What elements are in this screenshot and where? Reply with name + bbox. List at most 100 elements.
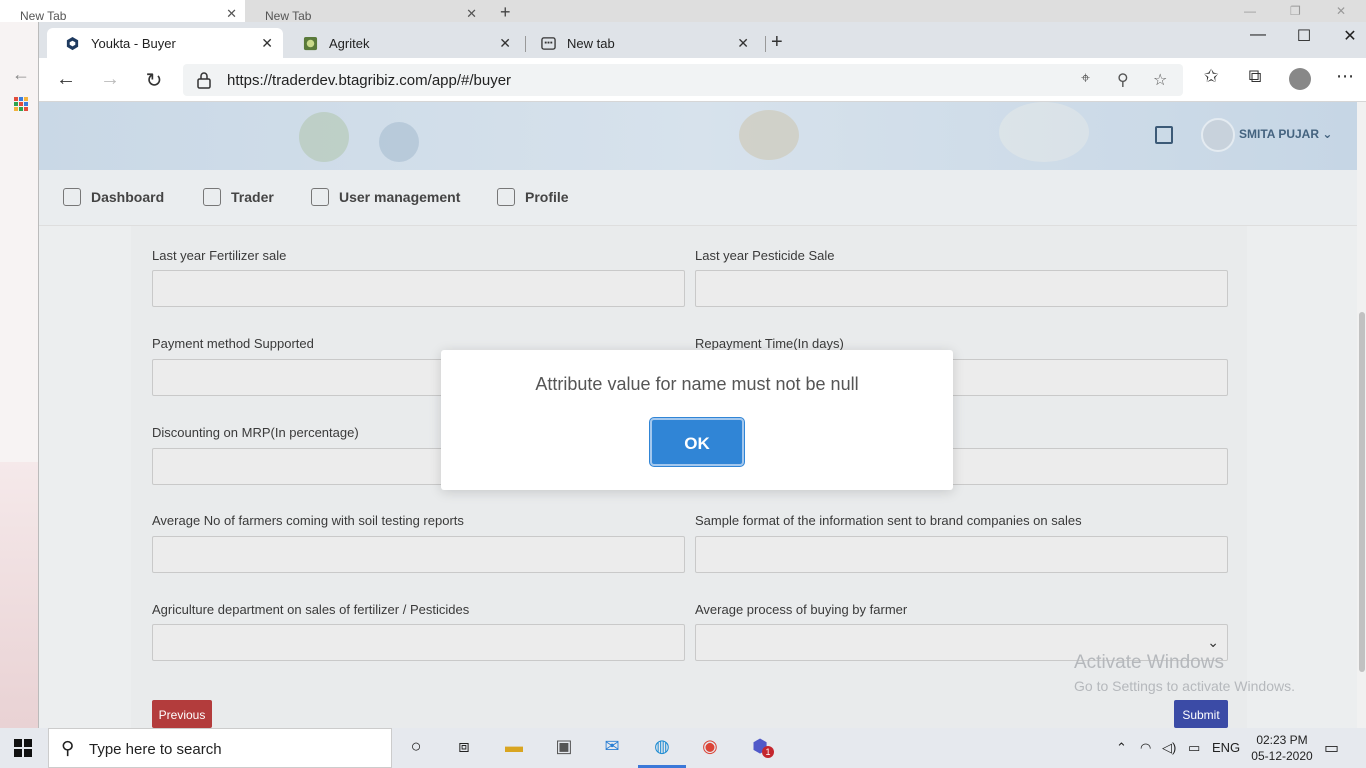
tab-separator xyxy=(765,36,766,52)
close-icon[interactable]: ✕ xyxy=(466,6,477,22)
close-icon[interactable]: ✕ xyxy=(737,35,749,52)
nav-label: Trader xyxy=(231,189,274,205)
url-field[interactable]: https://traderdev.btagribiz.com/app/#/bu… xyxy=(183,64,1183,96)
activate-windows-title: Activate Windows xyxy=(1074,652,1224,673)
minimize-icon[interactable]: — xyxy=(1244,4,1256,18)
trader-icon xyxy=(203,188,221,206)
tab-agritek[interactable]: Agritek ✕ xyxy=(285,28,521,58)
taskbar-search-placeholder: Type here to search xyxy=(89,741,222,758)
tab-title: Youkta - Buyer xyxy=(91,36,176,51)
profile-avatar-icon[interactable] xyxy=(1289,68,1311,90)
tab-new-tab[interactable]: New tab ✕ xyxy=(523,28,759,58)
url-text: https://traderdev.btagribiz.com/app/#/bu… xyxy=(227,72,512,89)
taskbar-clock[interactable]: 02:23 PM 05-12-2020 xyxy=(1250,732,1314,764)
cortana-icon[interactable]: ○ xyxy=(404,736,428,760)
edge-icon[interactable]: ◍ xyxy=(650,736,674,760)
close-icon[interactable]: ✕ xyxy=(1336,4,1346,18)
field-label: Average No of farmers coming with soil t… xyxy=(152,513,464,528)
close-icon[interactable]: ✕ xyxy=(1335,26,1365,46)
field-label: Agriculture department on sales of ferti… xyxy=(152,602,470,617)
header-decoration xyxy=(299,112,349,162)
field-label: Last year Fertilizer sale xyxy=(152,248,287,263)
background-page-area xyxy=(0,462,38,750)
nav-label: User management xyxy=(339,189,461,205)
nav-item-user-management[interactable]: User management xyxy=(311,188,460,206)
volume-icon[interactable]: ◁) xyxy=(1162,740,1176,756)
favorites-icon[interactable]: ✩ xyxy=(1197,66,1225,87)
avg-farmers-soil-testing-input[interactable] xyxy=(152,536,685,573)
battery-icon[interactable]: ▭ xyxy=(1188,740,1200,756)
user-menu[interactable]: SMITA PUJAR ⌄ xyxy=(1239,127,1332,141)
address-bar-row: ← → ↻ https://traderdev.btagribiz.com/ap… xyxy=(39,58,1366,102)
tab-youkta-buyer[interactable]: Youkta - Buyer ✕ xyxy=(47,28,283,58)
background-tab-1-title: New Tab xyxy=(20,9,67,23)
background-tab-2[interactable]: New Tab ✕ xyxy=(245,0,485,23)
teams-badge: 1 xyxy=(762,746,774,758)
tab-title: Agritek xyxy=(329,36,370,51)
nav-item-trader[interactable]: Trader xyxy=(203,188,274,206)
apps-grid-icon[interactable] xyxy=(14,97,28,111)
submit-button[interactable]: Submit xyxy=(1174,700,1228,728)
language-indicator[interactable]: ENG xyxy=(1212,740,1240,755)
windows-start-icon[interactable] xyxy=(14,739,32,757)
agriculture-department-input[interactable] xyxy=(152,624,685,661)
task-view-icon[interactable]: ⧈ xyxy=(452,736,476,760)
newtab-grid-icon xyxy=(541,37,556,50)
close-icon[interactable]: ✕ xyxy=(499,35,511,52)
field-label: Repayment Time(In days) xyxy=(695,336,844,351)
minimize-icon[interactable]: — xyxy=(1243,26,1273,44)
search-icon: ⚲ xyxy=(61,738,75,758)
location-pin-icon[interactable]: ⌖ xyxy=(1081,70,1090,88)
plus-icon[interactable]: + xyxy=(500,2,511,23)
fullscreen-icon[interactable] xyxy=(1155,126,1173,144)
ok-button[interactable]: OK xyxy=(650,418,744,466)
mail-icon[interactable]: ✉ xyxy=(600,736,624,760)
profile-icon xyxy=(497,188,515,206)
user-name-label: SMITA PUJAR xyxy=(1239,127,1320,141)
back-arrow-icon[interactable]: ← xyxy=(12,64,30,85)
close-icon[interactable]: ✕ xyxy=(226,6,237,22)
field-label: Discounting on MRP(In percentage) xyxy=(152,425,359,440)
more-menu-icon[interactable]: ⋯ xyxy=(1331,66,1359,87)
background-tabbar: New Tab ✕ New Tab ✕ + — ❐ ✕ xyxy=(0,0,1366,23)
close-icon[interactable]: ✕ xyxy=(261,35,273,52)
nav-item-profile[interactable]: Profile xyxy=(497,188,569,206)
zoom-key-icon[interactable]: ⚲ xyxy=(1117,70,1129,90)
back-arrow-icon[interactable]: ← xyxy=(51,68,81,91)
file-explorer-icon[interactable]: ▬ xyxy=(502,736,526,760)
chevron-up-icon[interactable]: ⌃ xyxy=(1116,740,1127,756)
background-tab-1[interactable]: New Tab ✕ xyxy=(0,0,245,23)
alert-dialog: Attribute value for name must not be nul… xyxy=(441,350,953,490)
nav-label: Dashboard xyxy=(91,189,165,205)
taskbar-search-box[interactable]: ⚲ Type here to search xyxy=(48,728,392,768)
forward-arrow-icon[interactable]: → xyxy=(95,68,125,91)
notification-icon[interactable]: ▭ xyxy=(1324,738,1339,758)
teams-icon[interactable]: ⬢ 1 xyxy=(748,736,774,760)
last-year-pesticide-sale-input[interactable] xyxy=(695,270,1228,307)
header-decoration xyxy=(379,122,419,162)
previous-button[interactable]: Previous xyxy=(152,700,212,728)
agritek-logo-icon xyxy=(303,36,318,51)
last-year-fertilizer-sale-input[interactable] xyxy=(152,270,685,307)
new-tab-plus-icon[interactable]: + xyxy=(771,32,783,52)
refresh-icon[interactable]: ↻ xyxy=(139,68,169,93)
chrome-icon[interactable]: ◉ xyxy=(698,736,722,760)
collections-icon[interactable]: ⧉ xyxy=(1241,66,1269,87)
sample-format-input[interactable] xyxy=(695,536,1228,573)
page-scrollbar[interactable] xyxy=(1357,102,1366,728)
field-label: Payment method Supported xyxy=(152,336,314,351)
background-tab-2-title: New Tab xyxy=(265,9,312,23)
restore-icon[interactable]: ❐ xyxy=(1290,4,1301,18)
clock-time: 02:23 PM xyxy=(1256,733,1308,747)
nav-item-dashboard[interactable]: Dashboard xyxy=(63,188,164,206)
scrollbar-thumb[interactable] xyxy=(1359,312,1365,672)
network-icon[interactable]: ◠ xyxy=(1140,740,1151,756)
nav-label: Profile xyxy=(525,189,569,205)
field-label: Sample format of the information sent to… xyxy=(695,513,1082,528)
maximize-icon[interactable]: ☐ xyxy=(1289,26,1319,46)
background-window-strip: ← xyxy=(0,22,38,750)
store-icon[interactable]: ▣ xyxy=(552,736,576,760)
avatar[interactable] xyxy=(1201,118,1235,152)
star-icon[interactable]: ☆ xyxy=(1153,70,1167,90)
main-nav: Dashboard Trader User management Profile xyxy=(39,170,1357,226)
